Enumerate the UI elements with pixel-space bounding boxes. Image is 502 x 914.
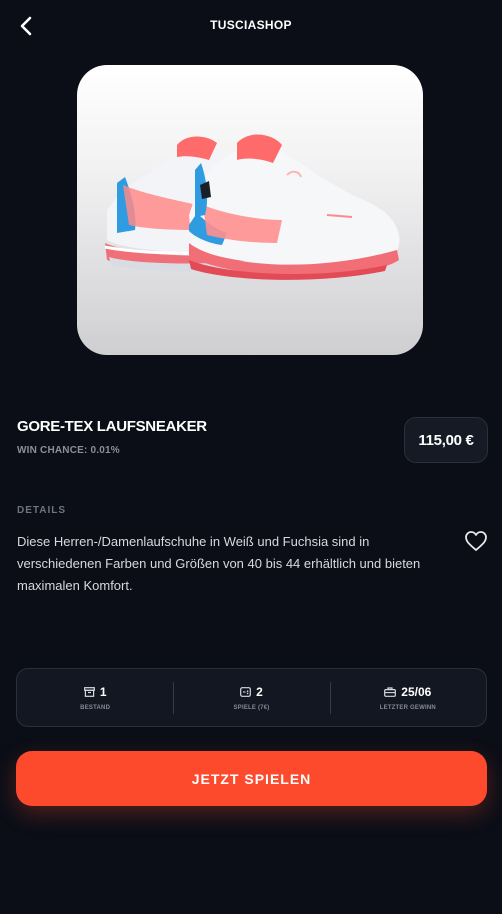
product-image <box>77 65 423 355</box>
heart-outline-icon <box>465 531 487 551</box>
stat-stock-value: 1 <box>99 684 107 699</box>
win-chance: WIN CHANCE: 0.01% <box>17 445 120 456</box>
favorite-button[interactable] <box>464 530 490 554</box>
play-now-button[interactable]: JETZT SPIELEN <box>16 751 487 806</box>
product-title: GORE-TEX LAUFSNEAKER <box>17 418 207 435</box>
stats-bar: 1 BESTAND 2 SPIELE (7€) 25/06 LETZTER GE… <box>16 668 487 727</box>
stat-stock: 1 BESTAND <box>17 669 173 726</box>
gamepad-icon <box>240 686 252 697</box>
shop-title: TUSCIASHOP <box>210 18 292 32</box>
sneakers-illustration <box>104 134 400 280</box>
briefcase-icon <box>384 686 397 697</box>
price-badge: 115,00 € <box>404 417 488 463</box>
stat-games-value: 2 <box>256 684 263 699</box>
stat-last-win: 25/06 LETZTER GEWINN <box>329 669 486 726</box>
top-bar: TUSCIASHOP <box>0 0 502 52</box>
product-description: Diese Herren-/Damenlaufschuhe in Weiß un… <box>17 534 421 593</box>
stat-stock-label: BESTAND <box>80 704 111 711</box>
stat-last-win-value: 25/06 <box>401 684 432 699</box>
details-heading: DETAILS <box>17 505 67 516</box>
stat-games-label: SPIELE (7€) <box>233 704 270 711</box>
stat-games: 2 SPIELE (7€) <box>173 669 329 726</box>
archive-box-icon <box>83 686 95 697</box>
stat-last-win-label: LETZTER GEWINN <box>379 704 436 711</box>
